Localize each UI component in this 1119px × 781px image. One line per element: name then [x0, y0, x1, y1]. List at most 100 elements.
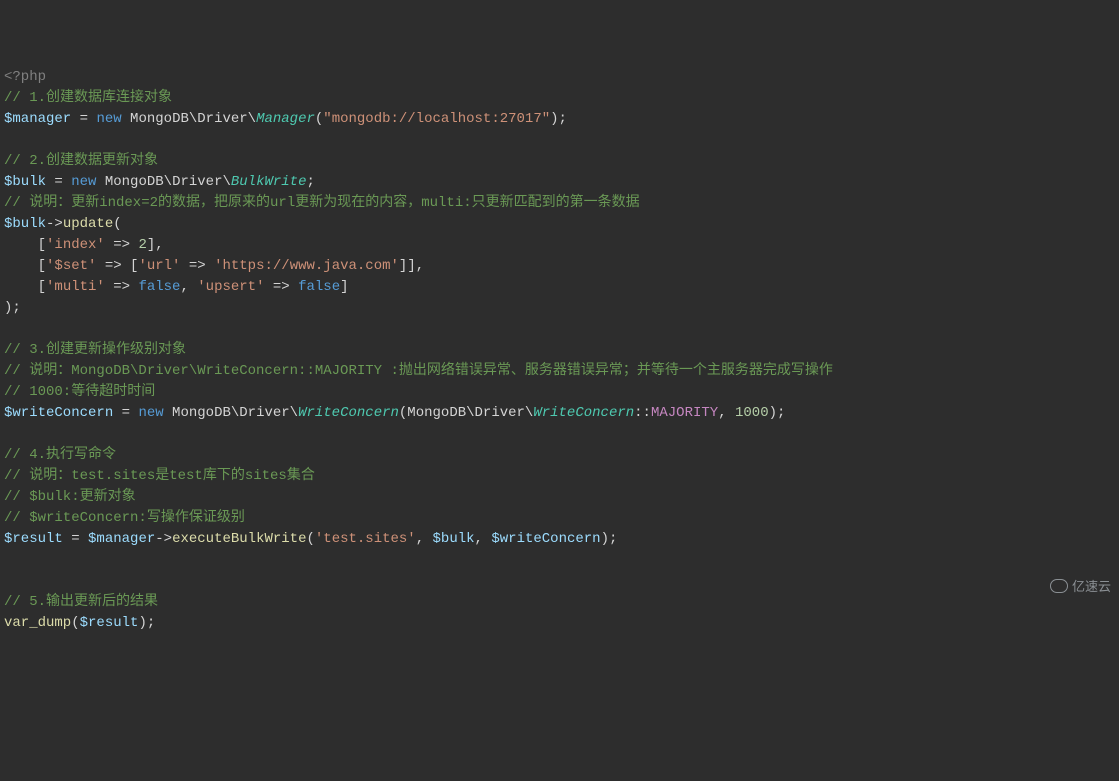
code-block: <?php // 1.创建数据库连接对象 $manager = new MongoD…: [4, 67, 1115, 634]
code-line-19: // 4.执行写命令: [4, 445, 1115, 466]
paren-open: (: [113, 216, 121, 232]
fat-arrow-bracket: => [: [96, 258, 138, 274]
conn-string: "mongodb://localhost:27017": [323, 111, 550, 127]
comment-text: // 2.创建数据更新对象: [4, 153, 158, 169]
code-line-22: // $writeConcern:写操作保证级别: [4, 508, 1115, 529]
paren-close: );: [138, 615, 155, 631]
fat-arrow: =>: [264, 279, 298, 295]
blank-line: [4, 130, 1115, 151]
scope-resolution: ::: [634, 405, 651, 421]
var-bulk: $bulk: [4, 174, 46, 190]
code-line-8: $bulk->update(: [4, 214, 1115, 235]
assign-op: =: [71, 111, 96, 127]
comment-text: // 说明：test.sites是test库下的sites集合: [4, 468, 315, 484]
comma: ,: [718, 405, 735, 421]
method-update: update: [63, 216, 113, 232]
fat-arrow: =>: [105, 237, 139, 253]
semicolon: ;: [307, 174, 315, 190]
var-writeconcern: $writeConcern: [491, 531, 600, 547]
comment-text: // 说明：更新index=2的数据，把原来的url更新为现在的内容，multi…: [4, 195, 640, 211]
var-writeconcern: $writeConcern: [4, 405, 113, 421]
comment-text: // 3.创建更新操作级别对象: [4, 342, 186, 358]
code-line-20: // 说明：test.sites是test库下的sites集合: [4, 466, 1115, 487]
key-upsert: 'upsert': [197, 279, 264, 295]
paren-open: (: [306, 531, 314, 547]
var-manager: $manager: [88, 531, 155, 547]
code-line-12: );: [4, 298, 1115, 319]
code-line-14: // 3.创建更新操作级别对象: [4, 340, 1115, 361]
bracket-close: ]],: [399, 258, 424, 274]
blank-line: [4, 424, 1115, 445]
code-line-3: $manager = new MongoDB\Driver\Manager("m…: [4, 109, 1115, 130]
fn-vardump: var_dump: [4, 615, 71, 631]
str-testsites: 'test.sites': [315, 531, 416, 547]
watermark: 亿速云: [1050, 577, 1111, 597]
paren-close: );: [601, 531, 618, 547]
code-line-26: // 5.输出更新后的结果: [4, 592, 1115, 613]
code-line-1: <?php: [4, 67, 1115, 88]
code-line-10: ['$set' => ['url' => 'https://www.java.c…: [4, 256, 1115, 277]
new-keyword: new: [71, 174, 96, 190]
key-index: 'index': [46, 237, 105, 253]
fat-arrow: =>: [180, 258, 214, 274]
php-open-tag: <?php: [4, 69, 46, 85]
new-keyword: new: [138, 405, 163, 421]
code-line-15: // 说明：MongoDB\Driver\WriteConcern::MAJOR…: [4, 361, 1115, 382]
method-executebulkwrite: executeBulkWrite: [172, 531, 306, 547]
blank-line: [4, 319, 1115, 340]
code-line-9: ['index' => 2],: [4, 235, 1115, 256]
paren-open: (: [71, 615, 79, 631]
code-line-16: // 1000:等待超时时间: [4, 382, 1115, 403]
paren-close: );: [550, 111, 567, 127]
url-string: 'https://www.java.com': [214, 258, 399, 274]
assign-op: =: [113, 405, 138, 421]
code-line-6: $bulk = new MongoDB\Driver\BulkWrite;: [4, 172, 1115, 193]
class-manager: Manager: [256, 111, 315, 127]
comma: ,: [475, 531, 492, 547]
var-bulk: $bulk: [433, 531, 475, 547]
code-line-21: // $bulk:更新对象: [4, 487, 1115, 508]
var-result: $result: [4, 531, 63, 547]
num-1000: 1000: [735, 405, 769, 421]
var-result: $result: [80, 615, 139, 631]
bracket: [: [4, 279, 46, 295]
comma: ,: [180, 279, 197, 295]
cloud-icon: [1050, 579, 1068, 593]
comment-text: // 1000:等待超时时间: [4, 384, 155, 400]
code-line-5: // 2.创建数据更新对象: [4, 151, 1115, 172]
bracket: [: [4, 258, 46, 274]
assign-op: =: [46, 174, 71, 190]
key-set: '$set': [46, 258, 96, 274]
paren-close: );: [769, 405, 786, 421]
paren-close: );: [4, 300, 21, 316]
comment-text: // $bulk:更新对象: [4, 489, 136, 505]
namespace: MongoDB\Driver\: [96, 174, 230, 190]
new-keyword: new: [96, 111, 121, 127]
code-line-23: $result = $manager->executeBulkWrite('te…: [4, 529, 1115, 550]
comment-text: // 1.创建数据库连接对象: [4, 90, 172, 106]
fat-arrow: =>: [105, 279, 139, 295]
class-writeconcern: WriteConcern: [298, 405, 399, 421]
class-writeconcern: WriteConcern: [533, 405, 634, 421]
comment-text: // $writeConcern:写操作保证级别: [4, 510, 245, 526]
arrow-op: ->: [46, 216, 63, 232]
code-line-17: $writeConcern = new MongoDB\Driver\Write…: [4, 403, 1115, 424]
blank-line: [4, 550, 1115, 571]
bracket-close: ],: [147, 237, 164, 253]
const-majority: MAJORITY: [651, 405, 718, 421]
comment-text: // 4.执行写命令: [4, 447, 116, 463]
var-bulk: $bulk: [4, 216, 46, 232]
code-line-2: // 1.创建数据库连接对象: [4, 88, 1115, 109]
code-line-11: ['multi' => false, 'upsert' => false]: [4, 277, 1115, 298]
comment-text: // 5.输出更新后的结果: [4, 594, 158, 610]
bracket: [: [4, 237, 46, 253]
bracket-close: ]: [340, 279, 348, 295]
namespace: MongoDB\Driver\: [164, 405, 298, 421]
paren-open-ns: (MongoDB\Driver\: [399, 405, 533, 421]
assign-op: =: [63, 531, 88, 547]
key-multi: 'multi': [46, 279, 105, 295]
bool-false: false: [138, 279, 180, 295]
code-line-27: var_dump($result);: [4, 613, 1115, 634]
bool-false: false: [298, 279, 340, 295]
key-url: 'url': [138, 258, 180, 274]
